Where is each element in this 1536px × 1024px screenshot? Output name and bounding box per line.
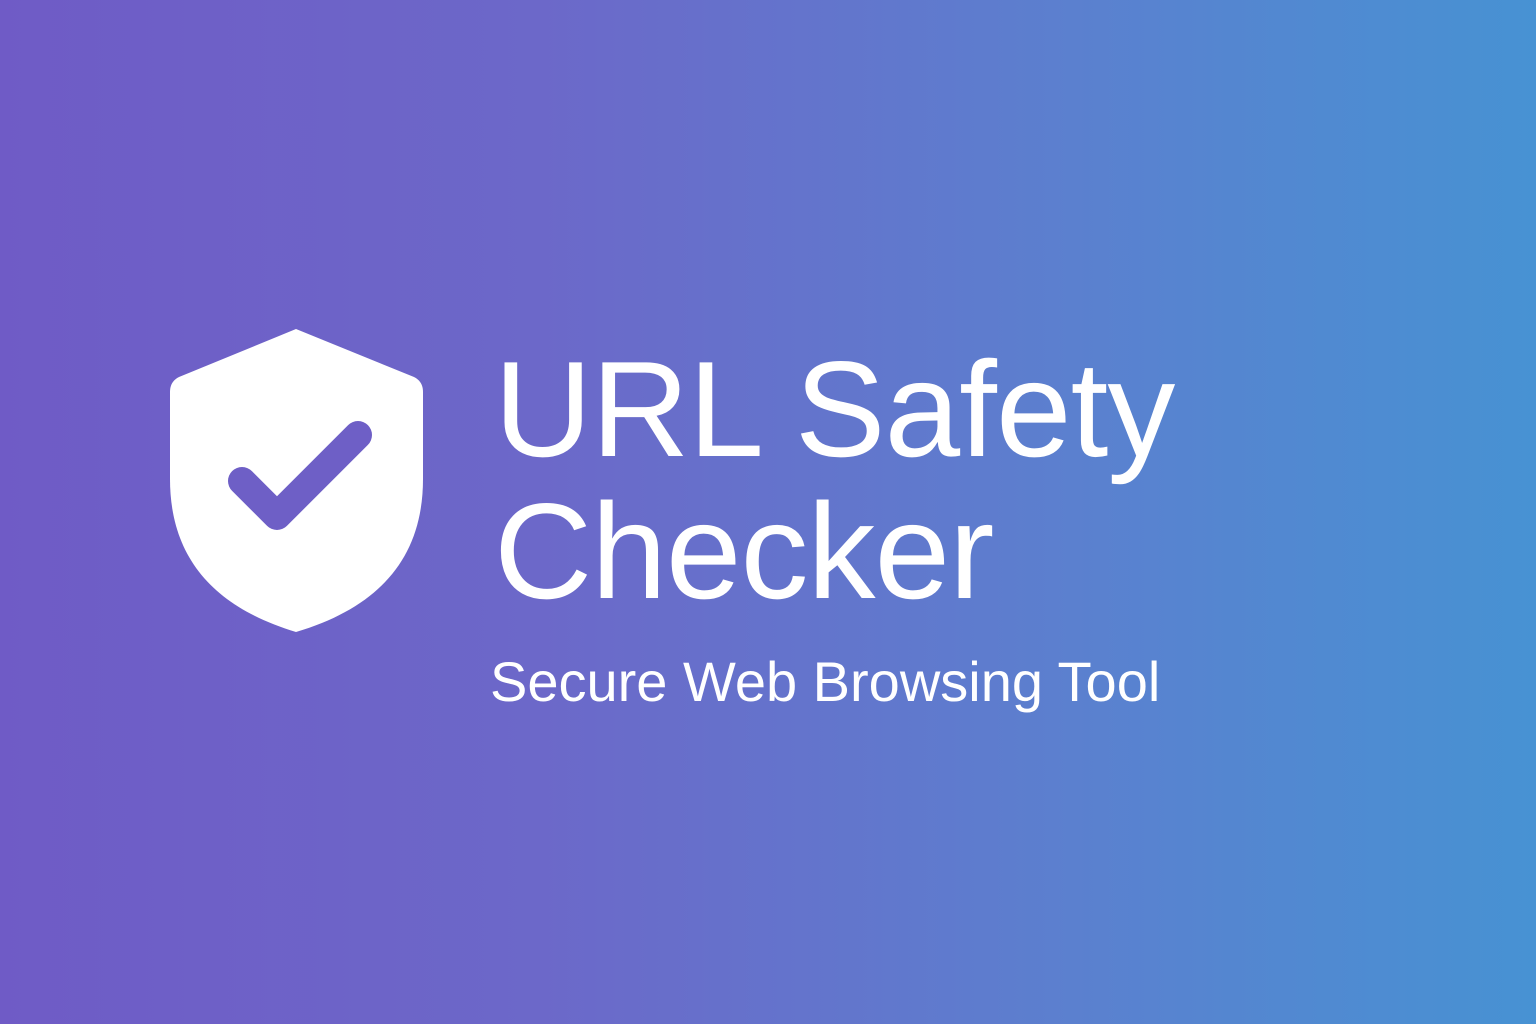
- banner: URL Safety Checker Secure Web Browsing T…: [0, 0, 1536, 1024]
- title-line-2: Checker: [494, 475, 994, 627]
- app-subtitle: Secure Web Browsing Tool: [490, 650, 1161, 713]
- title-line-1: URL Safety: [494, 333, 1175, 485]
- app-title: URL Safety Checker: [494, 338, 1394, 622]
- shield-check-icon: [170, 329, 423, 632]
